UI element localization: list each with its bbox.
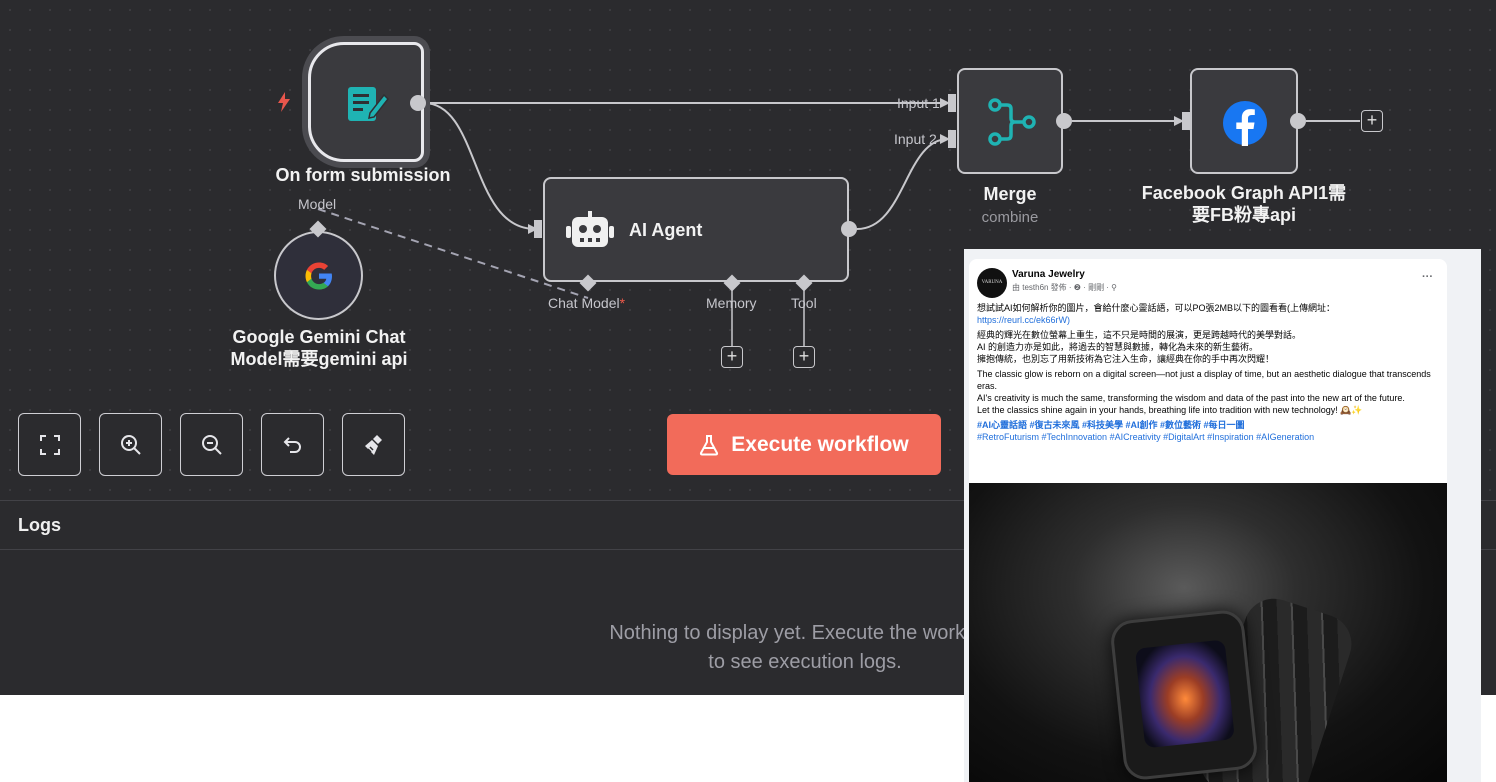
post-en-paragraph: The classic glow is reborn on a digital …	[977, 368, 1432, 416]
form-icon	[348, 87, 389, 121]
post-zh-line: 擁抱傳統，也別忘了用新技術為它注入生命，讓經典在你的手中再次閃耀！	[977, 354, 1275, 364]
undo-button[interactable]	[261, 413, 324, 476]
merge-input1-port	[948, 94, 956, 112]
memory-port-label: Memory	[706, 295, 757, 311]
merge-node-label: Merge	[983, 184, 1037, 204]
facebook-node-label: Facebook Graph API1需要FB粉專api	[1141, 183, 1347, 225]
hashtags-zh[interactable]: #AI心靈話語 #復古未來風 #科技美學 #AI創作 #數位藝術 #每日一圖	[977, 420, 1245, 430]
add-node-button[interactable]: +	[1361, 110, 1383, 132]
post-en-line: AI's creativity is much the same, transf…	[977, 393, 1405, 403]
zoom-in-button[interactable]	[99, 413, 162, 476]
execute-workflow-label: Execute workflow	[731, 432, 909, 456]
trigger-output-handle[interactable]	[410, 95, 426, 111]
agent-input-port	[534, 220, 542, 238]
post-intro: 想試試AI如何解析你的圖片，會給什麼心靈話語，可以PO張2MB以下的圖看看(上傳…	[977, 302, 1432, 326]
hashtags-en[interactable]: #RetroFuturism #TechInnovation #AICreati…	[977, 432, 1314, 442]
robot-icon	[566, 211, 614, 247]
merge-input1-label: Input 1	[897, 95, 940, 111]
facebook-graph-node[interactable]	[1190, 68, 1298, 174]
post-zh-paragraph: 經典的輝光在數位螢幕上重生，這不只是時間的展演，更是跨越時代的美學對話。 AI …	[977, 329, 1432, 365]
add-memory-button[interactable]: +	[721, 346, 743, 368]
facebook-post-screenshot: VARUNA Varuna Jewelry 由 testh6n 發佈 · ❷ ·…	[964, 249, 1481, 782]
chat-model-port-label: Chat Model*	[548, 295, 625, 311]
trigger-node-label: On form submission	[275, 165, 451, 185]
facebook-post-card: VARUNA Varuna Jewelry 由 testh6n 發佈 · ❷ ·…	[969, 259, 1447, 782]
post-zh-line: AI 的創造力亦是如此，將過去的智慧與數據，轉化為未來的新生藝術。	[977, 342, 1259, 352]
zoom-out-button[interactable]	[180, 413, 243, 476]
facebook-icon	[1223, 101, 1267, 146]
watch-screen-image	[1134, 639, 1235, 749]
merge-node[interactable]	[957, 68, 1063, 174]
facebook-output-handle[interactable]	[1290, 113, 1306, 129]
form-trigger-node[interactable]	[308, 42, 424, 162]
post-en-line: The classic glow is reborn on a digital …	[977, 369, 1431, 391]
post-photo[interactable]	[969, 483, 1447, 782]
clear-execution-icon	[364, 434, 382, 455]
tool-port-label: Tool	[791, 295, 817, 311]
post-zh-line: 經典的輝光在數位螢幕上重生，這不只是時間的展演，更是跨越時代的美學對話。	[977, 330, 1302, 340]
more-options-icon[interactable]: ···	[1422, 271, 1433, 283]
facebook-input-port	[1182, 112, 1190, 130]
undo-icon	[283, 436, 301, 453]
trigger-bolt-icon	[278, 92, 290, 112]
merge-input2-port	[948, 130, 956, 148]
page-name[interactable]: Varuna Jewelry	[1012, 269, 1085, 280]
gemini-model-port-label: Model	[298, 196, 337, 212]
connection-agent-merge	[856, 138, 949, 230]
execute-workflow-button[interactable]: Execute workflow	[667, 414, 941, 475]
merge-node-subtitle: combine	[981, 209, 1039, 226]
fit-view-icon	[39, 434, 60, 455]
ai-agent-node[interactable]: AI Agent	[543, 177, 849, 282]
merge-icon	[988, 98, 1036, 146]
gemini-node-label: Google Gemini Chat Model需要gemini api	[230, 327, 408, 369]
ai-agent-output-handle[interactable]	[841, 221, 857, 237]
fit-view-button[interactable]	[18, 413, 81, 476]
post-hashtags: #AI心靈話語 #復古未來風 #科技美學 #AI創作 #數位藝術 #每日一圖 #…	[977, 419, 1432, 443]
page-avatar[interactable]: VARUNA	[977, 268, 1007, 298]
post-intro-text: 想試試AI如何解析你的圖片，會給什麼心靈話語，可以PO張2MB以下的圖看看(上傳…	[977, 303, 1336, 313]
post-link[interactable]: https://reurl.cc/ek66rW)	[977, 315, 1070, 325]
post-body: 想試試AI如何解析你的圖片，會給什麼心靈話語，可以PO張2MB以下的圖看看(上傳…	[977, 302, 1432, 446]
clear-execution-button[interactable]	[342, 413, 405, 476]
flask-icon	[700, 434, 719, 455]
google-g-icon	[305, 262, 332, 290]
post-meta: 由 testh6n 發佈 · ❷ · 剛剛 · ⚲	[1012, 283, 1118, 292]
gemini-model-node[interactable]	[274, 231, 363, 320]
merge-output-handle[interactable]	[1056, 113, 1072, 129]
logs-empty-message: Nothing to display yet. Execute the work…	[609, 622, 1001, 673]
watch-case-image	[1109, 608, 1259, 782]
zoom-in-icon	[120, 434, 141, 455]
zoom-out-icon	[201, 434, 222, 455]
required-mark: *	[619, 295, 626, 311]
post-en-line: Let the classics shine again in your han…	[977, 405, 1363, 415]
chat-model-label-text: Chat Model	[548, 295, 620, 311]
merge-input2-label: Input 2	[894, 131, 937, 147]
ai-agent-title: AI Agent	[629, 220, 703, 240]
logs-title: Logs	[18, 515, 61, 535]
add-tool-button[interactable]: +	[793, 346, 815, 368]
